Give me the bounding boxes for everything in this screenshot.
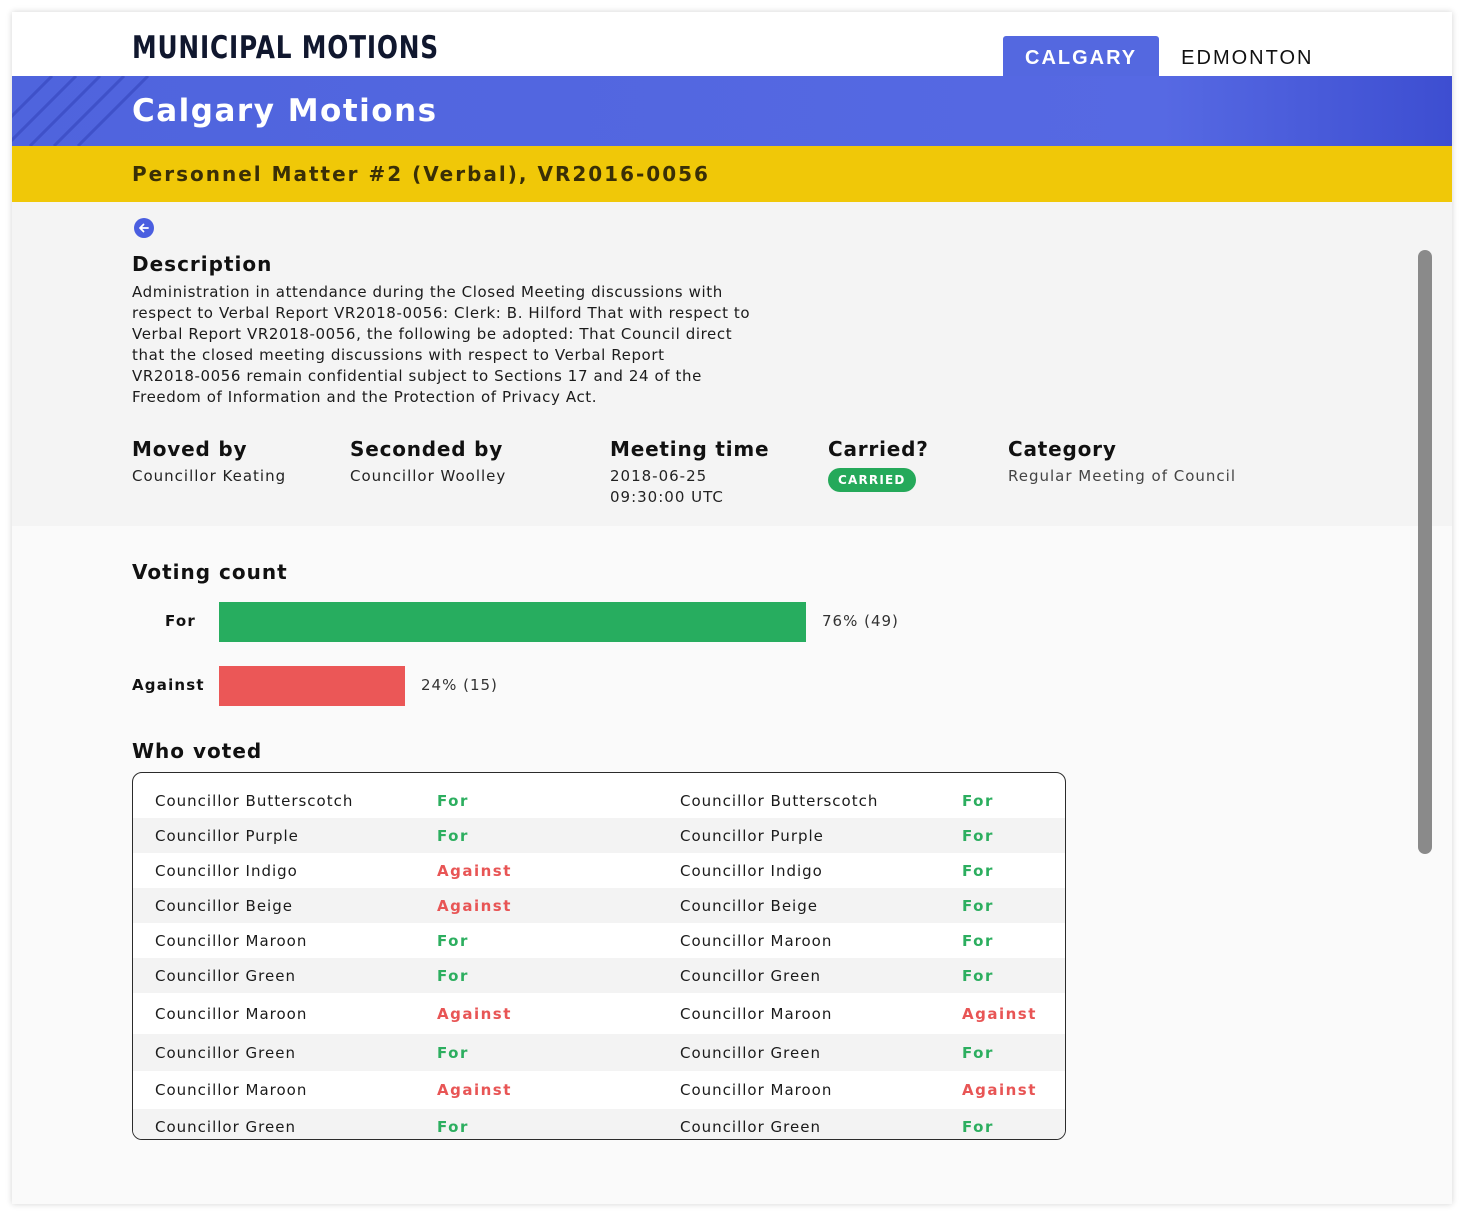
for-vote-bar: [219, 602, 806, 642]
who-voted-table[interactable]: Councillor Butterscotch For Councillor But…: [132, 772, 1066, 1140]
for-vote-value: 76% (49): [822, 612, 899, 630]
seconded-by-label: Seconded by: [350, 437, 504, 461]
back-button[interactable]: [134, 218, 154, 238]
page-banner: Calgary Motions: [12, 76, 1452, 146]
voter-name: Councillor Butterscotch: [155, 792, 354, 810]
moved-by-value: Councillor Keating: [132, 467, 287, 485]
voter-name: Councillor Purple: [680, 827, 824, 845]
table-row: Councillor Green For Councillor Green For: [133, 958, 1065, 993]
vote-value: For: [962, 897, 994, 915]
page-scrollbar[interactable]: [1418, 250, 1432, 854]
description-heading: Description: [132, 252, 273, 276]
vote-value: Against: [962, 1005, 1037, 1023]
description-line: VR2018-0056 remain confidential subject …: [132, 367, 702, 385]
vote-value: Against: [962, 1081, 1037, 1099]
voter-name: Councillor Indigo: [680, 862, 823, 880]
vote-value: For: [437, 1044, 469, 1062]
vote-value: For: [437, 1118, 469, 1136]
table-row: Councillor Butterscotch For Councillor But…: [133, 783, 1065, 818]
page-title: Calgary Motions: [132, 93, 438, 129]
who-voted-heading: Who voted: [132, 739, 263, 763]
table-row: Councillor Maroon Against Councillor Maroo…: [133, 1071, 1065, 1109]
table-row: Councillor Indigo Against Councillor Indig…: [133, 853, 1065, 888]
vote-value: For: [962, 1044, 994, 1062]
for-bar-label: For: [165, 612, 196, 630]
description-line: that the closed meeting discussions with…: [132, 346, 665, 364]
against-vote-bar: [219, 666, 405, 706]
top-bar: MUNICIPAL MOTIONS CALGARY EDMONTON: [12, 12, 1452, 76]
table-row: Councillor Green For Councillor Green For: [133, 1109, 1065, 1139]
against-bar-label: Against: [132, 676, 205, 694]
against-vote-value: 24% (15): [421, 676, 498, 694]
voter-name: Councillor Maroon: [680, 932, 833, 950]
voter-name: Councillor Green: [680, 1044, 821, 1062]
voter-name: Councillor Butterscotch: [680, 792, 879, 810]
description-line: Administration in attendance during the …: [132, 283, 723, 301]
description-text: Administration in attendance during the …: [132, 282, 822, 408]
meeting-time-field: Meeting time 2018-06-25 09:30:00 UTC: [610, 436, 769, 508]
vote-value: For: [962, 1118, 994, 1136]
meeting-date-value: 2018-06-25: [610, 467, 708, 485]
seconded-by-field: Seconded by Councillor Woolley: [350, 436, 506, 487]
vote-value: For: [962, 932, 994, 950]
voter-name: Councillor Green: [680, 1118, 821, 1136]
vote-value: Against: [437, 897, 512, 915]
vote-value: Against: [437, 1081, 512, 1099]
voter-name: Councillor Maroon: [155, 932, 308, 950]
table-row: Councillor Purple For Councillor Purple For: [133, 818, 1065, 853]
motion-title-bar: Personnel Matter #2 (Verbal), VR2016-005…: [12, 146, 1452, 202]
tab-edmonton[interactable]: EDMONTON: [1159, 36, 1335, 76]
meeting-time-value: 09:30:00 UTC: [610, 488, 724, 506]
description-line: respect to Verbal Report VR2018-0056: Cl…: [132, 304, 751, 322]
carried-field: Carried? CARRIED: [828, 436, 929, 492]
city-tabs: CALGARY EDMONTON: [1003, 36, 1335, 76]
moved-by-field: Moved by Councillor Keating: [132, 436, 286, 487]
category-label: Category: [1008, 437, 1117, 461]
arrow-left-icon: [139, 223, 149, 233]
voter-name: Councillor Maroon: [155, 1005, 308, 1023]
voter-name: Councillor Green: [680, 967, 821, 985]
vote-value: For: [437, 967, 469, 985]
voter-name: Councillor Green: [155, 1044, 296, 1062]
voter-name: Councillor Maroon: [155, 1081, 308, 1099]
category-value: Regular Meeting of Council: [1008, 467, 1237, 485]
voter-name: Councillor Green: [155, 967, 296, 985]
voter-name: Councillor Beige: [155, 897, 293, 915]
description-line: Verbal Report VR2018-0056, the following…: [132, 325, 733, 343]
carried-label: Carried?: [828, 437, 929, 461]
voter-name: Councillor Maroon: [680, 1081, 833, 1099]
vote-value: For: [437, 792, 469, 810]
meeting-time-label: Meeting time: [610, 437, 770, 461]
vote-value: Against: [437, 862, 512, 880]
voter-name: Councillor Green: [155, 1118, 296, 1136]
vote-value: Against: [437, 1005, 512, 1023]
voter-name: Councillor Purple: [155, 827, 299, 845]
table-row: Councillor Beige Against Councillor Beige F…: [133, 888, 1065, 923]
carried-status-badge: CARRIED: [828, 468, 916, 492]
app-logo[interactable]: MUNICIPAL MOTIONS: [132, 28, 439, 68]
vote-value: For: [437, 932, 469, 950]
tab-calgary[interactable]: CALGARY: [1003, 36, 1160, 76]
app-window: MUNICIPAL MOTIONS CALGARY EDMONTON Calga…: [12, 12, 1452, 1204]
category-field: Category Regular Meeting of Council: [1008, 436, 1236, 487]
description-line: Freedom of Information and the Protectio…: [132, 388, 598, 406]
voting-count-heading: Voting count: [132, 560, 288, 584]
moved-by-label: Moved by: [132, 437, 248, 461]
table-row: Councillor Maroon For Councillor Maroon For: [133, 923, 1065, 958]
vote-value: For: [962, 967, 994, 985]
table-row: Councillor Green For Councillor Green For: [133, 1034, 1065, 1071]
voter-name: Councillor Beige: [680, 897, 818, 915]
vote-value: For: [962, 862, 994, 880]
voter-name: Councillor Maroon: [680, 1005, 833, 1023]
table-row: Councillor Maroon Against Councillor Maroo…: [133, 993, 1065, 1034]
vote-value: For: [962, 792, 994, 810]
seconded-by-value: Councillor Woolley: [350, 467, 507, 485]
motion-title: Personnel Matter #2 (Verbal), VR2016-005…: [132, 162, 710, 186]
vote-value: For: [962, 827, 994, 845]
vote-value: For: [437, 827, 469, 845]
voter-name: Councillor Indigo: [155, 862, 298, 880]
